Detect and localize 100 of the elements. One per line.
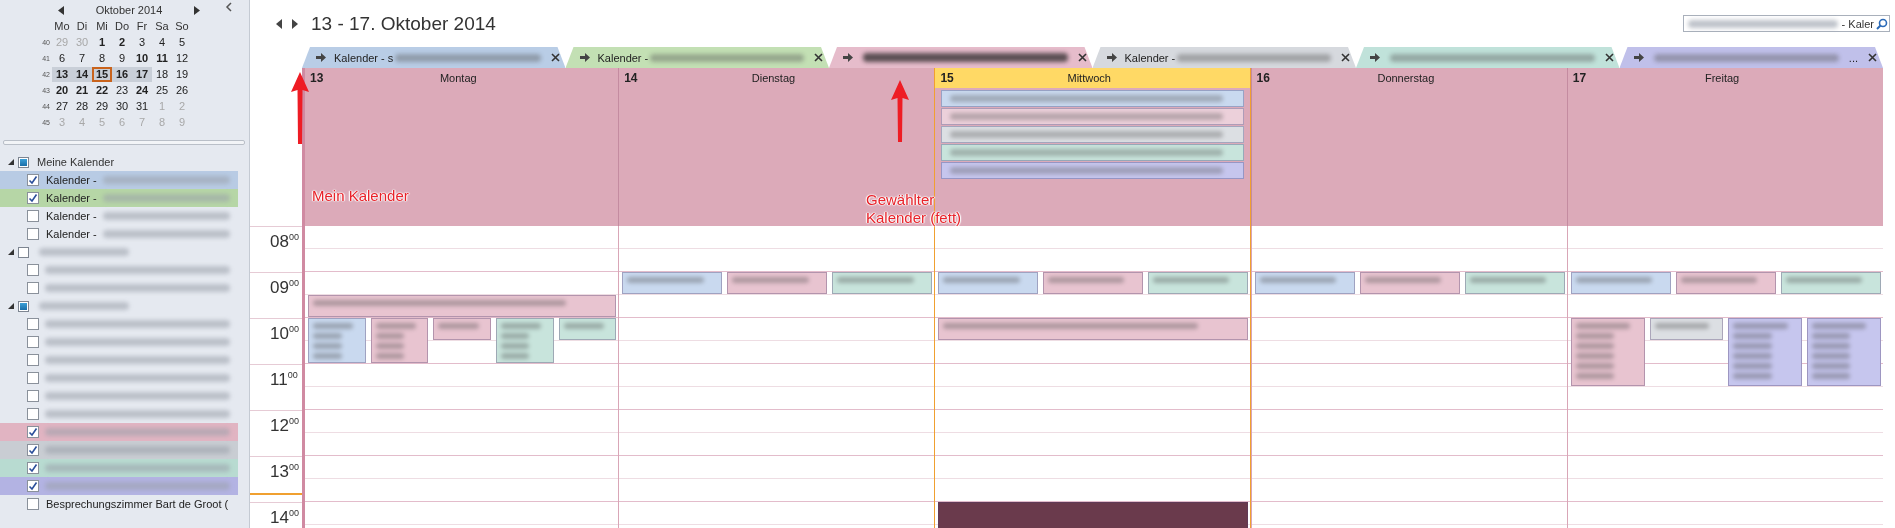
date-cell[interactable]: 31	[132, 98, 152, 114]
checkbox[interactable]	[27, 192, 39, 204]
close-icon[interactable]	[550, 53, 560, 62]
calendar-item[interactable]: Kalender -	[0, 171, 238, 189]
date-cell[interactable]: 27	[52, 98, 72, 114]
date-cell[interactable]: 17	[132, 66, 152, 82]
close-icon[interactable]	[1077, 53, 1087, 62]
calendar-event[interactable]	[727, 272, 828, 294]
day-header[interactable]: 17 Freitag	[1567, 68, 1883, 88]
date-cell[interactable]: 25	[152, 82, 172, 98]
arrow-icon[interactable]	[1370, 53, 1380, 62]
date-cell[interactable]: 19	[172, 66, 192, 82]
calendar-tab[interactable]: ...	[1619, 47, 1883, 68]
calendar-item[interactable]: Besprechungszimmer Bart de Groot (	[0, 495, 238, 513]
checkbox[interactable]	[27, 480, 39, 492]
date-cell[interactable]: 11	[152, 50, 172, 66]
date-cell[interactable]: 30	[112, 98, 132, 114]
arrow-icon[interactable]	[843, 53, 853, 62]
checkbox[interactable]	[27, 390, 39, 402]
date-cell[interactable]: 21	[72, 82, 92, 98]
all-day-event[interactable]	[941, 90, 1244, 107]
arrow-icon[interactable]	[1106, 53, 1117, 62]
date-cell[interactable]: 20	[52, 82, 72, 98]
calendar-event[interactable]	[308, 295, 617, 317]
calendar-event[interactable]	[1359, 272, 1460, 294]
close-icon[interactable]	[814, 53, 823, 62]
date-cell[interactable]: 4	[152, 34, 172, 50]
search-icon[interactable]	[1876, 17, 1888, 30]
date-cell[interactable]: 5	[172, 34, 192, 50]
all-day-event[interactable]	[941, 126, 1244, 143]
checkbox[interactable]	[27, 498, 39, 510]
date-cell[interactable]: 9	[112, 50, 132, 66]
close-icon[interactable]	[1604, 53, 1614, 62]
date-cell[interactable]: 14	[72, 66, 92, 82]
date-cell[interactable]: 12	[172, 50, 192, 66]
close-icon[interactable]	[1341, 53, 1350, 62]
calendar-tab[interactable]	[829, 47, 1093, 68]
date-cell[interactable]: 23	[112, 82, 132, 98]
date-cell[interactable]: 24	[132, 82, 152, 98]
calendar-event[interactable]	[1570, 272, 1671, 294]
calendar-event[interactable]	[1649, 318, 1724, 340]
date-cell[interactable]: 3	[132, 34, 152, 50]
previous-month-icon[interactable]	[58, 5, 64, 15]
checkbox[interactable]	[27, 336, 39, 348]
calendar-event[interactable]	[1780, 272, 1881, 294]
search-field[interactable]: - Kaler	[1683, 15, 1890, 32]
checkbox[interactable]	[27, 282, 39, 294]
calendar-event[interactable]	[1728, 318, 1803, 386]
arrow-icon[interactable]	[1633, 53, 1644, 62]
calendar-event[interactable]	[1570, 318, 1645, 386]
close-icon[interactable]	[1868, 53, 1877, 62]
calendar-event[interactable]	[938, 318, 1248, 340]
arrow-icon[interactable]	[579, 53, 590, 62]
group-checkbox[interactable]	[18, 300, 29, 312]
date-cell[interactable]: 26	[172, 82, 192, 98]
group-checkbox[interactable]	[18, 156, 29, 168]
calendar-event[interactable]	[622, 272, 723, 294]
calendar-event[interactable]	[1147, 272, 1248, 294]
calendar-event[interactable]	[1464, 272, 1565, 294]
checkbox[interactable]	[27, 354, 39, 366]
expand-icon[interactable]	[8, 303, 14, 309]
calendar-event[interactable]	[832, 272, 933, 294]
day-header[interactable]: 14 Dienstag	[619, 68, 935, 88]
next-month-icon[interactable]	[194, 5, 200, 15]
expand-icon[interactable]	[8, 159, 14, 165]
calendar-event[interactable]	[938, 272, 1039, 294]
date-cell[interactable]: 18	[152, 66, 172, 82]
date-cell[interactable]: 2	[112, 34, 132, 50]
date-cell[interactable]: 16	[112, 66, 132, 82]
group-checkbox[interactable]	[18, 246, 29, 258]
calendar-event[interactable]	[1807, 318, 1881, 386]
day-header[interactable]: 13 Montag	[305, 68, 619, 88]
checkbox[interactable]	[27, 426, 39, 438]
arrow-icon[interactable]	[316, 53, 326, 62]
calendar-event[interactable]	[1254, 272, 1355, 294]
date-cell[interactable]: 6	[52, 50, 72, 66]
calendar-event[interactable]	[433, 318, 491, 340]
date-cell[interactable]: 8	[92, 50, 112, 66]
date-cell[interactable]: 1	[92, 34, 112, 50]
checkbox[interactable]	[27, 408, 39, 420]
all-day-event[interactable]	[941, 144, 1244, 161]
next-icon[interactable]	[291, 18, 299, 29]
date-cell[interactable]: 13	[52, 66, 72, 82]
date-cell[interactable]: 28	[72, 98, 92, 114]
checkbox[interactable]	[27, 228, 39, 240]
calendar-event[interactable]	[495, 318, 554, 363]
calendar-item[interactable]: Kalender -	[0, 189, 238, 207]
checkbox[interactable]	[27, 318, 39, 330]
date-cell[interactable]: 22	[92, 82, 112, 98]
calendar-event[interactable]	[308, 318, 366, 363]
date-cell[interactable]: 10	[132, 50, 152, 66]
day-header[interactable]: 15 Mittwoch	[935, 68, 1250, 88]
date-cell[interactable]: 7	[72, 50, 92, 66]
calendar-tab[interactable]: Kalender -	[565, 47, 829, 68]
calendar-event[interactable]	[558, 318, 617, 340]
all-day-event[interactable]	[941, 162, 1244, 179]
previous-icon[interactable]	[275, 18, 283, 29]
date-cell[interactable]: 29	[92, 98, 112, 114]
checkbox[interactable]	[27, 174, 39, 186]
calendar-event[interactable]	[370, 318, 429, 363]
